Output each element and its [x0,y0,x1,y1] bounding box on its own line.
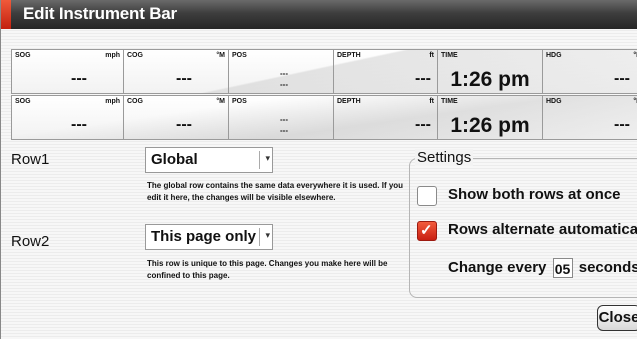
pos-label: POS [232,98,247,105]
time-value: 1:26 pm [450,114,530,137]
depth-unit: ft [429,98,434,105]
hdg-unit: °M [633,52,637,59]
sog-label: SOG [15,98,31,105]
cog-cell[interactable]: COG °M --- [124,50,229,93]
pos-latitude: --- [280,69,288,78]
checkmark-icon: ✓ [420,222,433,239]
cog-cell[interactable]: COG °M --- [124,96,229,139]
dialog-title: Edit Instrument Bar [23,4,177,23]
time-cell[interactable]: TIME 1:26 pm [438,50,543,93]
pos-cell[interactable]: POS --- --- [229,96,334,139]
depth-cell[interactable]: DEPTH ft --- [334,50,438,93]
pos-label: POS [232,52,247,59]
time-label: TIME [441,98,458,105]
sog-unit: mph [105,98,120,105]
depth-label: DEPTH [337,52,361,59]
sog-unit: mph [105,52,120,59]
instrument-bar-row1[interactable]: SOG mph --- COG °M --- POS --- --- DEPTH… [11,49,637,94]
settings-title: Settings [415,149,474,166]
hdg-label: HDG [546,98,562,105]
cog-value: --- [176,116,192,133]
hdg-label: HDG [546,52,562,59]
change-every-row: Change every 05 seconds [448,258,637,278]
depth-value: --- [415,116,431,133]
cog-unit: °M [216,52,225,59]
chevron-down-icon: ▾ [265,153,270,163]
row1-dropdown[interactable]: Global ▾ [145,147,273,173]
time-value: 1:26 pm [450,68,530,91]
cog-value: --- [176,70,192,87]
title-accent [1,0,11,29]
show-both-rows-label[interactable]: Show both rows at once [448,186,621,203]
hdg-cell[interactable]: HDG °M --- [543,96,637,139]
row1-description: The global row contains the same data ev… [147,181,404,202]
sog-cell[interactable]: SOG mph --- [12,50,124,93]
time-label: TIME [441,52,458,59]
row2-dropdown[interactable]: This page only ▾ [145,224,273,250]
hdg-value: --- [614,116,630,133]
chevron-down-icon: ▾ [265,230,270,240]
rows-alternate-label[interactable]: Rows alternate automatically [448,221,637,238]
pos-latitude: --- [280,115,288,124]
sog-value: --- [71,116,87,133]
seconds-input[interactable]: 05 [552,258,573,278]
pos-cell[interactable]: POS --- --- [229,50,334,93]
time-cell[interactable]: TIME 1:26 pm [438,96,543,139]
change-every-suffix: seconds [578,258,637,276]
show-both-rows-checkbox[interactable] [417,186,437,206]
sog-label: SOG [15,52,31,59]
edit-instrument-bar-dialog: Edit Instrument Bar SOG mph --- COG °M -… [0,0,637,339]
title-bar: Edit Instrument Bar [1,0,637,29]
cog-label: COG [127,52,143,59]
sog-cell[interactable]: SOG mph --- [12,96,124,139]
instrument-bar-row2[interactable]: SOG mph --- COG °M --- POS --- --- DEPTH… [11,95,637,140]
sog-value: --- [71,70,87,87]
hdg-value: --- [614,70,630,87]
change-every-prefix: Change every [448,258,547,276]
row2-label: Row2 [11,233,50,250]
row1-label: Row1 [11,151,50,168]
pos-longitude: --- [280,126,288,135]
row2-description: This row is unique to this page. Changes… [147,259,388,280]
depth-unit: ft [429,52,434,59]
row1-selected-value: Global [151,151,198,168]
hdg-cell[interactable]: HDG °M --- [543,50,637,93]
pos-longitude: --- [280,80,288,89]
depth-value: --- [415,70,431,87]
cog-unit: °M [216,98,225,105]
cog-label: COG [127,98,143,105]
close-button[interactable]: Close [597,305,637,331]
row2-selected-value: This page only [151,228,257,245]
depth-cell[interactable]: DEPTH ft --- [334,96,438,139]
depth-label: DEPTH [337,98,361,105]
hdg-unit: °M [633,98,637,105]
rows-alternate-checkbox[interactable]: ✓ [417,221,437,241]
